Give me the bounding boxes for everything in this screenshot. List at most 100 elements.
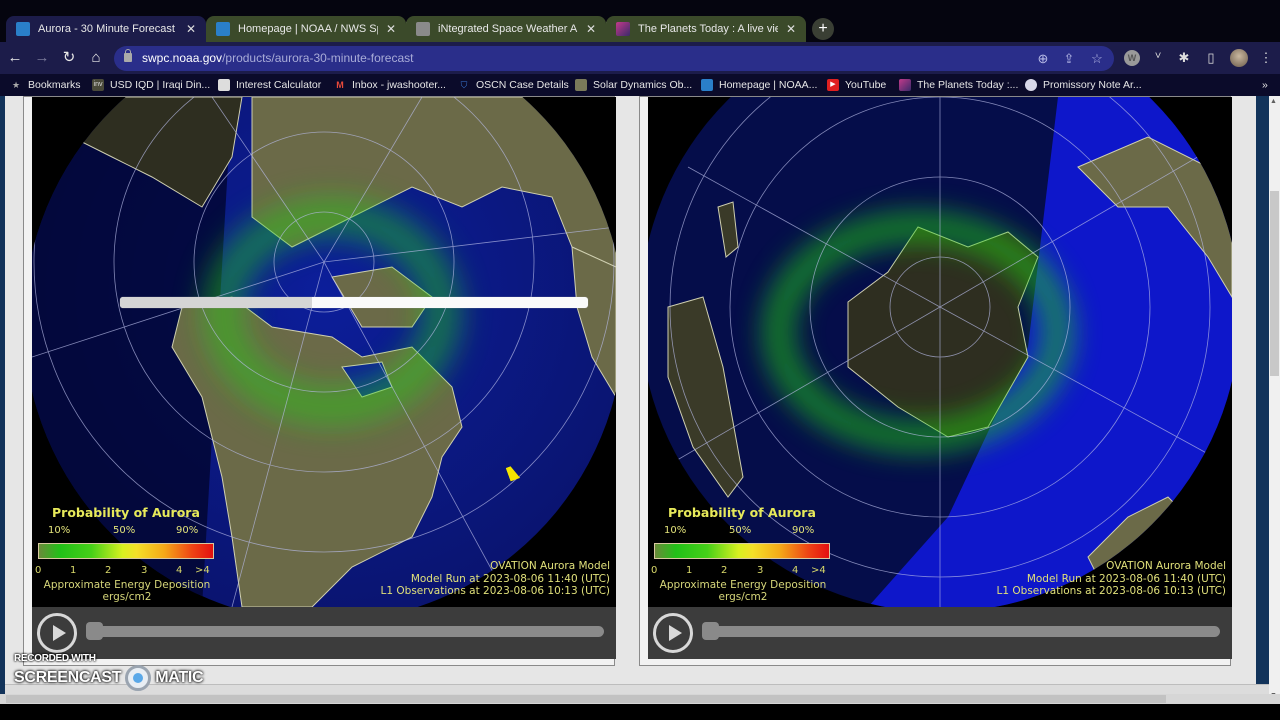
l1-observation-time: L1 Observations at 2023-08-06 10:13 (UTC…	[380, 585, 610, 597]
bookmark-label: YouTube	[845, 79, 887, 91]
legend-tick: 3	[757, 565, 764, 576]
bookmark-item[interactable]: inv USD IQD | Iraqi Din...	[92, 78, 210, 92]
bookmark-label: USD IQD | Iraqi Din...	[110, 79, 211, 91]
bookmarks-overflow-button[interactable]: »	[1262, 78, 1268, 92]
bookmark-item[interactable]: Interest Calculator	[218, 78, 321, 92]
animation-slider-handle[interactable]	[702, 622, 719, 640]
close-tab-icon[interactable]: ✕	[186, 22, 196, 36]
vertical-scrollbar[interactable]: ▲ ▼	[1269, 96, 1280, 704]
planets-icon	[899, 79, 911, 91]
animation-controls	[32, 607, 616, 659]
model-name: OVATION Aurora Model	[1106, 560, 1226, 572]
tab-planets-today[interactable]: The Planets Today : A live view of ✕	[606, 16, 806, 42]
energy-unit-line: ergs/cm2	[102, 591, 152, 603]
noaa-icon	[701, 79, 713, 91]
legend-tick: 2	[105, 565, 112, 576]
youtube-icon: ▶	[827, 79, 839, 91]
new-tab-button[interactable]: +	[812, 18, 834, 40]
animation-slider-track[interactable]	[702, 626, 1220, 637]
bookmark-item[interactable]: Promissory Note Ar...	[1025, 78, 1142, 92]
address-bar[interactable]: swpc.noaa.gov/products/aurora-30-minute-…	[114, 46, 1114, 71]
tab-title: The Planets Today : A live view of	[638, 23, 778, 35]
play-button[interactable]	[653, 613, 693, 653]
url-path: /products/aurora-30-minute-forecast	[222, 51, 414, 65]
side-panel-icon[interactable]: ▯	[1203, 50, 1219, 66]
vertical-scrollbar-thumb[interactable]	[1270, 191, 1279, 376]
tab-aurora-forecast[interactable]: Aurora - 30 Minute Forecast | NOAA ✕	[6, 16, 206, 42]
tab-title: iNtegrated Space Weather Analysis	[438, 23, 578, 35]
tab-noaa-homepage[interactable]: Homepage | NOAA / NWS Space Weather ✕	[206, 16, 407, 42]
extensions-puzzle-icon[interactable]: ✱	[1176, 50, 1192, 66]
watermark-brand-left: SCREENCAST	[14, 669, 122, 686]
animation-slider-track[interactable]	[86, 626, 604, 637]
animation-controls	[648, 607, 1232, 659]
scroll-up-arrow-icon[interactable]: ▲	[1270, 98, 1277, 105]
profile-avatar[interactable]	[1230, 49, 1248, 67]
reload-button[interactable]: ↻	[59, 48, 79, 68]
gmail-icon: M	[336, 80, 344, 90]
extension-v-icon[interactable]: ⱽ	[1150, 50, 1166, 66]
south-hemisphere-panel: Probability of Aurora 10% 50% 90% 0 1 2 …	[639, 96, 1232, 666]
tab-title: Homepage | NOAA / NWS Space Weather	[238, 23, 378, 35]
url-text[interactable]: swpc.noaa.gov/products/aurora-30-minute-…	[142, 51, 413, 65]
menu-kebab-icon[interactable]: ⋮	[1258, 50, 1274, 66]
animation-slider-handle[interactable]	[86, 622, 103, 640]
close-tab-icon[interactable]: ✕	[786, 22, 796, 36]
energy-label-line: Approximate Energy Deposition	[659, 579, 827, 591]
bookmarks-bar: ★ Bookmarks inv USD IQD | Iraqi Din... Int…	[0, 74, 1280, 96]
model-name: OVATION Aurora Model	[490, 560, 610, 572]
loading-progress-fill	[120, 297, 312, 308]
close-tab-icon[interactable]: ✕	[386, 22, 396, 36]
legend-tick: >4	[195, 565, 210, 576]
legend-tick: 0	[651, 565, 658, 576]
close-tab-icon[interactable]: ✕	[586, 22, 596, 36]
back-button[interactable]: ←	[5, 48, 25, 68]
bookmark-item[interactable]: ★ Bookmarks	[10, 78, 81, 92]
tab-strip: Aurora - 30 Minute Forecast | NOAA ✕ Hom…	[0, 0, 1280, 42]
watermark-recorded-with: RECORDED WITH	[14, 653, 96, 664]
lock-icon	[124, 49, 132, 62]
satellite-icon	[416, 22, 430, 36]
horizontal-scrollbar-thumb[interactable]	[6, 695, 1166, 703]
legend-percent-label: 90%	[792, 525, 815, 536]
bookmark-label: Bookmarks	[28, 79, 81, 91]
bookmark-item[interactable]: M Inbox - jwashooter...	[334, 78, 446, 92]
legend-percent-label: 10%	[664, 525, 687, 536]
page-viewport: Probability of Aurora 10% 50% 90% 0 1 2 …	[0, 96, 1280, 704]
north-aurora-viewer: Probability of Aurora 10% 50% 90% 0 1 2 …	[32, 97, 616, 659]
legend-tick: >4	[811, 565, 826, 576]
share-icon[interactable]: ⇪	[1060, 50, 1078, 68]
bookmark-label: Solar Dynamics Ob...	[593, 79, 693, 91]
inv-icon: inv	[92, 79, 104, 91]
horizontal-scrollbar[interactable]	[0, 694, 1280, 704]
tab-title: Aurora - 30 Minute Forecast | NOAA	[38, 23, 178, 35]
bookmark-label: Homepage | NOAA...	[719, 79, 818, 91]
bookmark-item[interactable]: ⛉ OSCN Case Details	[458, 78, 569, 92]
zoom-icon[interactable]: ⊕	[1034, 50, 1052, 68]
model-run-time: Model Run at 2023-08-06 11:40 (UTC)	[1026, 572, 1226, 585]
legend-percent-label: 10%	[48, 525, 71, 536]
model-info: OVATION Aurora Model Model Run at 2023-0…	[381, 560, 610, 598]
sdo-icon	[575, 79, 587, 91]
screencast-logo-icon	[125, 665, 152, 691]
bookmark-label: Promissory Note Ar...	[1043, 79, 1142, 91]
bookmark-star-icon[interactable]: ☆	[1088, 50, 1106, 68]
seal-icon	[1025, 79, 1037, 91]
legend-tick: 2	[721, 565, 728, 576]
extension-w-icon[interactable]: W	[1124, 50, 1140, 66]
legend-percent-label: 90%	[176, 525, 199, 536]
calculator-icon	[218, 79, 230, 91]
bookmark-item[interactable]: The Planets Today :...	[899, 78, 1018, 92]
play-button[interactable]	[37, 613, 77, 653]
energy-label-line: Approximate Energy Deposition	[43, 579, 211, 591]
bookmark-item[interactable]: Homepage | NOAA...	[701, 78, 817, 92]
screencast-watermark: RECORDED WITH SCREENCAST MATIC	[14, 653, 204, 691]
bookmark-item[interactable]: ▶ YouTube	[827, 78, 886, 92]
legend-title: Probability of Aurora	[52, 505, 200, 520]
noaa-icon	[16, 22, 30, 36]
browser-toolbar: ← → ↻ ⌂ swpc.noaa.gov/products/aurora-30…	[0, 42, 1280, 74]
bookmark-item[interactable]: Solar Dynamics Ob...	[575, 78, 692, 92]
tab-space-weather-analysis[interactable]: iNtegrated Space Weather Analysis ✕	[406, 16, 607, 42]
forward-button[interactable]: →	[32, 48, 52, 68]
home-button[interactable]: ⌂	[86, 48, 106, 68]
